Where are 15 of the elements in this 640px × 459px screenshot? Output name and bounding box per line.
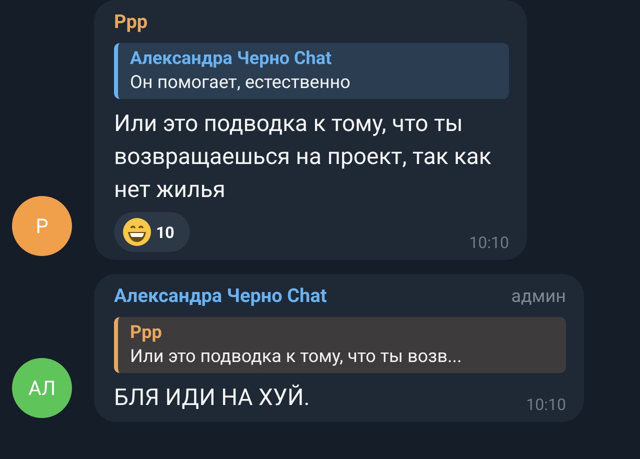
- quoted-sender: Александра Черно Chat: [130, 48, 333, 69]
- reply-quote[interactable]: Ррр Или это подводка к тому, что ты возв...: [114, 317, 566, 373]
- sender-name[interactable]: Александра Черно Chat: [114, 284, 327, 307]
- grinning-emoji-icon: [122, 217, 152, 247]
- admin-label: админ: [511, 286, 566, 307]
- message-text: БЛЯ ИДИ НА ХУЙ.: [114, 383, 310, 413]
- message-text: Или это подводка к тому, что ты возвращаешься на проект, так как нет жилья: [114, 109, 492, 205]
- quoted-text: Или это подводка к тому, что ты возв...: [130, 346, 463, 367]
- sender-name[interactable]: Ррр: [114, 10, 148, 33]
- quoted-sender: Ррр: [130, 322, 163, 343]
- reply-quote[interactable]: Александра Черно Chat Он помогает, естественно: [114, 43, 509, 99]
- reaction-button[interactable]: 10: [114, 212, 190, 252]
- message-time: 10:10: [526, 395, 566, 414]
- message-time: 10:10: [469, 233, 509, 252]
- quoted-text: Он помогает, естественно: [130, 72, 352, 93]
